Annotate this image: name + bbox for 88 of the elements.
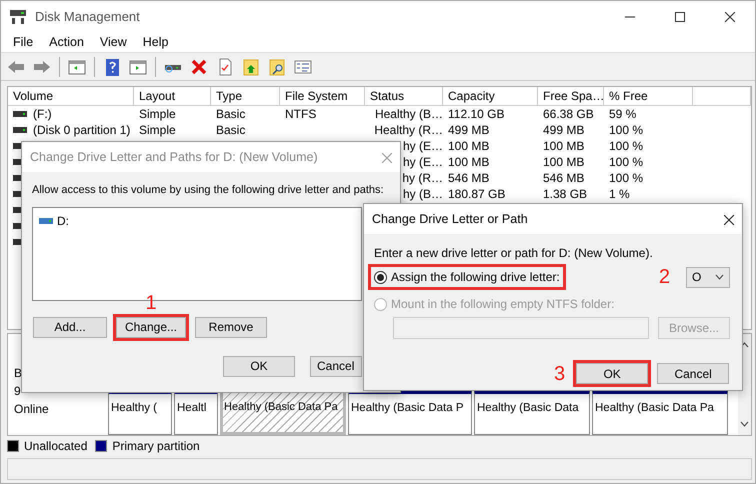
table-cell-text: Basic <box>215 122 246 138</box>
dialog-button[interactable]: Cancel <box>657 363 730 384</box>
partition-block[interactable]: Healthy (Basic Data <box>474 390 590 435</box>
dialog-title: Change Drive Letter or Path <box>372 210 528 228</box>
drive-icon <box>39 218 53 224</box>
column-header[interactable]: Layout <box>134 87 211 106</box>
menu-item[interactable]: Action <box>43 33 90 52</box>
drive-icon <box>13 127 27 133</box>
app-icon <box>9 9 27 25</box>
disk-info-text: B <box>14 365 24 382</box>
dialog-title: Change Drive Letter and Paths for D: (New Volume) <box>30 148 318 166</box>
table-cell-text: 1 % <box>608 186 631 202</box>
dialog-text: Allow access to this volume by using the following drive letter and paths: <box>32 183 384 198</box>
menu-item[interactable]: File <box>7 33 40 52</box>
dialog-button[interactable]: OK <box>223 356 295 376</box>
close-icon <box>382 153 392 164</box>
column-header[interactable]: Type <box>211 87 280 106</box>
close-icon <box>724 215 734 226</box>
dialog-button[interactable]: Add... <box>33 316 107 338</box>
menu-item[interactable]: View <box>94 33 133 52</box>
table-cell-text: 112.10 GB <box>447 106 506 122</box>
table-cell-text: 499 MB <box>447 122 490 138</box>
column-header[interactable]: % Free <box>604 87 693 106</box>
dialog-button[interactable]: OK <box>576 363 648 384</box>
legend-label: Unallocated <box>24 439 88 453</box>
chevron-down-icon <box>715 274 724 280</box>
drive-letter-dropdown[interactable]: O <box>686 266 730 288</box>
folder-path-field[interactable] <box>393 317 649 339</box>
partition-block[interactable]: Healtl <box>174 390 218 435</box>
table-cell-text: 66.38 GB <box>542 106 595 122</box>
disk-info-text: 9 <box>14 383 22 400</box>
table-cell-text: 546 MB <box>447 170 490 186</box>
step-number: 2 <box>658 267 670 287</box>
column-header[interactable]: Free Spa… <box>538 87 604 106</box>
table-cell-text: 100 % <box>608 138 644 154</box>
table-cell: (Disk 0 partition 1) <box>33 122 130 138</box>
partition-block[interactable]: Healthy (Basic Data Pa <box>592 390 728 435</box>
table-cell-text: 100 MB <box>447 154 490 170</box>
table-cell-text: 59 % <box>608 106 638 122</box>
table-cell: hy (E… <box>402 155 443 169</box>
table-cell-text: 546 MB <box>542 170 586 186</box>
folder-search-icon[interactable] <box>268 58 286 76</box>
legend-label: Primary partition <box>112 439 200 453</box>
radio-option[interactable]: Assign the following drive letter: <box>371 267 563 287</box>
path-item[interactable]: D: <box>57 212 69 230</box>
table-cell-text: 1.38 GB <box>542 186 588 202</box>
dialog-text: Enter a new drive letter or path for D: (New Volume). <box>373 245 654 262</box>
table-cell-text: 499 MB <box>542 122 586 138</box>
table-cell-text: 100 % <box>608 154 644 170</box>
pane-icon[interactable] <box>68 58 86 76</box>
table-cell: hy (E… <box>402 139 443 153</box>
step-number: 3 <box>554 364 566 384</box>
checklist-icon[interactable] <box>294 58 312 76</box>
partition-block[interactable]: Healthy ( <box>108 390 172 435</box>
folder-up-icon[interactable] <box>242 58 260 76</box>
table-cell: Healthy (B… <box>374 107 443 121</box>
delete-icon[interactable] <box>190 58 208 76</box>
dialog-button[interactable]: Remove <box>195 316 267 338</box>
pane-icon[interactable] <box>129 58 147 76</box>
table-cell-text: 100 MB <box>542 154 586 170</box>
column-header[interactable]: File System <box>280 87 365 106</box>
table-cell-text: 100 % <box>608 170 644 186</box>
scroll-down-icon[interactable] <box>740 421 749 427</box>
partition-block[interactable]: Healthy (Basic Data Pa <box>220 390 346 435</box>
column-header[interactable]: Volume <box>8 87 134 106</box>
table-cell-text: 100 MB <box>447 138 490 154</box>
table-cell-text: Basic <box>215 106 246 122</box>
close-icon <box>725 12 735 22</box>
table-cell-text: Simple <box>138 122 177 138</box>
dialog-button[interactable]: Cancel <box>310 356 362 376</box>
column-header[interactable]: Status <box>365 87 443 106</box>
help-icon[interactable] <box>103 58 121 76</box>
table-cell: hy (B… <box>402 187 443 201</box>
table-cell-text: Simple <box>138 106 177 122</box>
table-cell-text: 100 MB <box>542 138 586 154</box>
partition-block[interactable]: Healthy (Basic Data P <box>348 390 472 435</box>
menu-item[interactable]: Help <box>136 33 174 52</box>
disk-info-text: Online <box>14 401 50 418</box>
table-cell-text: 100 % <box>608 122 644 138</box>
window-title: Disk Management <box>35 8 140 26</box>
table-cell: Healthy (R… <box>374 123 443 137</box>
column-header[interactable]: Capacity <box>443 87 538 106</box>
drive-icon <box>13 111 27 117</box>
maximize-icon <box>675 12 685 22</box>
table-cell-text: 180.87 GB <box>447 186 506 202</box>
table-cell: (F:) <box>33 106 52 122</box>
table-cell-text: NTFS <box>284 106 318 122</box>
table-cell: hy (R… <box>402 171 443 185</box>
